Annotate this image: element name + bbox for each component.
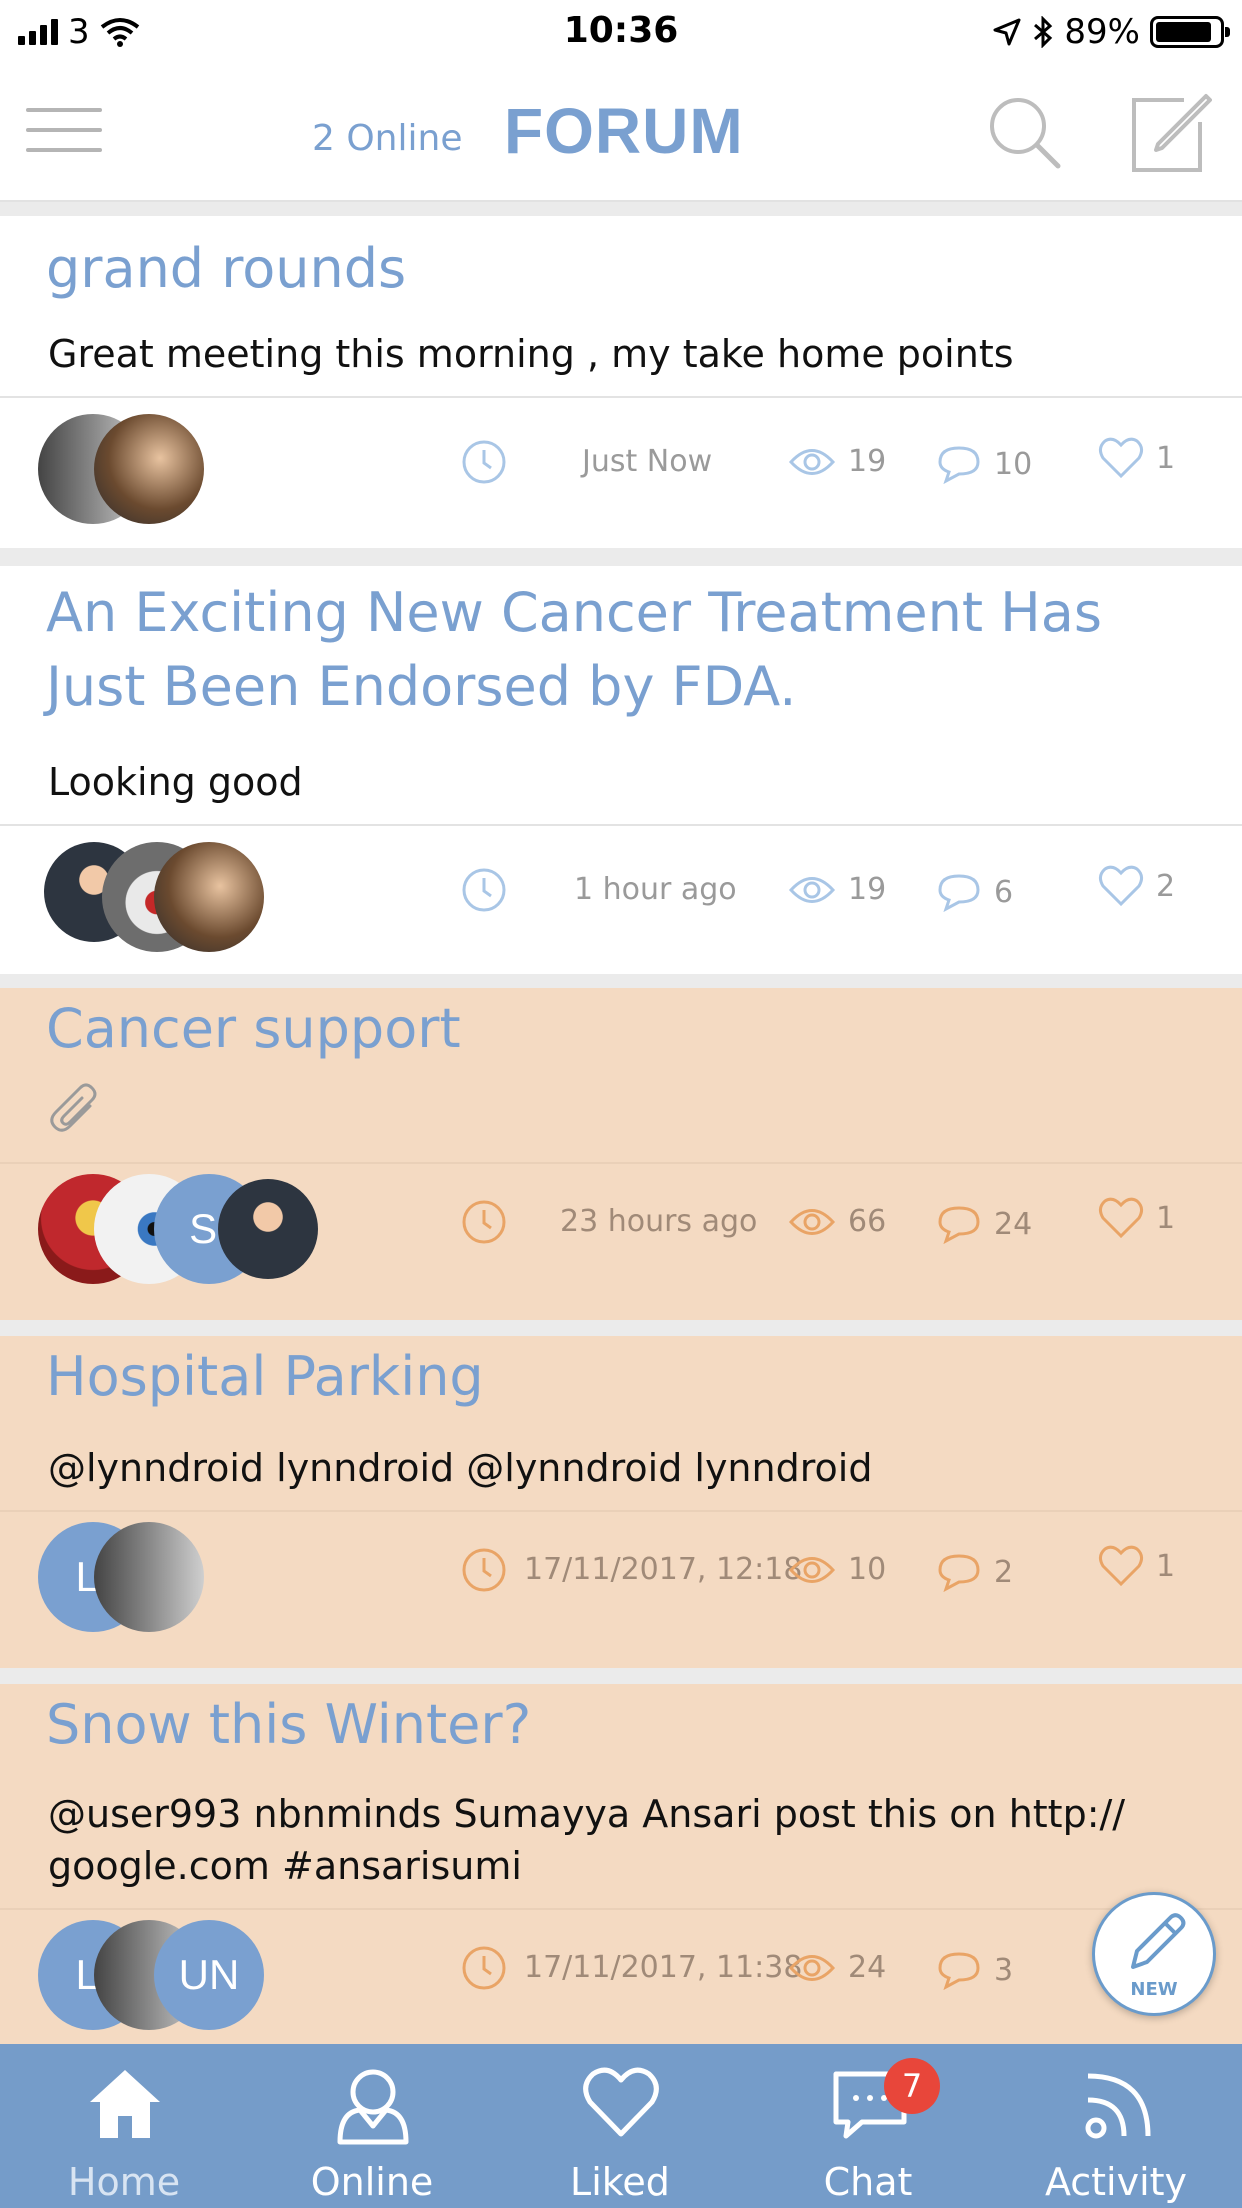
online-count[interactable]: 2 Online [312,118,462,159]
post-card[interactable]: An Exciting New Cancer Treatment Has Jus… [0,566,1242,974]
comment-icon [938,446,980,484]
post-time: 23 hours ago [560,1204,758,1239]
eye-icon [788,876,836,903]
clock-icon [462,1946,506,1990]
hamburger-menu-icon[interactable] [26,104,102,156]
avatar [94,414,204,524]
comment-icon [938,1952,980,1990]
post-card[interactable]: grand rounds Great meeting this morning … [0,216,1242,548]
avatar [154,842,264,952]
comment-count: 10 [994,446,1033,482]
comment-icon [938,1206,980,1244]
comment-count: 3 [994,1952,1014,1988]
post-time: 1 hour ago [574,872,737,907]
paperclip-icon [50,1083,97,1132]
nav-bar: 2 Online FORUM [0,62,1242,202]
post-body: Looking good [48,760,303,804]
comment-count: 24 [994,1206,1033,1242]
tab-home[interactable]: Home [0,2044,248,2208]
battery-icon [1150,16,1230,48]
post-title[interactable]: Cancer support [46,992,1206,1066]
post-meta: 1 hour ago 19 6 2 [0,842,1242,952]
post-meta: LI 17/11/2017, 12:18 10 2 1 [0,1522,1242,1632]
heart-icon [583,2067,659,2137]
location-arrow-icon [993,18,1021,46]
post-card[interactable]: Cancer support SI 23 hours ago 66 24 1 [0,988,1242,1320]
post-body: Great meeting this morning , my take hom… [48,332,1014,376]
clock-icon [462,440,506,484]
post-body: @user993 nbnminds Sumayya Ansari post th… [48,1792,1126,1888]
post-title[interactable]: Hospital Parking [46,1340,1206,1414]
post-meta: SI 23 hours ago 66 24 1 [0,1174,1242,1284]
clock-icon [462,868,506,912]
view-count: 24 [848,1950,887,1985]
tab-label: Liked [570,2160,670,2204]
rss-icon [1085,2073,1151,2139]
tab-chat[interactable]: 7 Chat [744,2044,992,2208]
post-body: @lynndroid lynndroid @lynndroid lynndroi… [48,1446,873,1490]
pencil-icon [1131,1913,1186,1969]
comment-count: 6 [994,874,1014,910]
heart-icon[interactable] [1098,1544,1144,1588]
heart-icon[interactable] [1098,436,1144,480]
heart-icon[interactable] [1098,864,1144,908]
comment-icon [938,1554,980,1592]
post-title[interactable]: An Exciting New Cancer Treatment Has Jus… [46,576,1206,724]
tab-online[interactable]: Online [248,2044,496,2208]
eye-icon [788,1954,836,1981]
clock-icon [462,1548,506,1592]
post-time: 17/11/2017, 11:38 [524,1950,803,1985]
bluetooth-icon [1034,16,1053,48]
post-title[interactable]: Snow this Winter? [46,1688,1206,1762]
view-count: 10 [848,1552,887,1587]
tab-label: Online [310,2160,434,2204]
tab-label: Home [67,2160,181,2204]
view-count: 19 [848,444,887,479]
heart-icon[interactable] [1098,1196,1144,1240]
post-time: Just Now [582,444,713,479]
like-count: 2 [1156,868,1176,904]
avatar: UN [154,1920,264,2030]
post-meta: LI UN 17/11/2017, 11:38 24 3 [0,1920,1242,2030]
avatar [218,1179,318,1279]
user-icon [337,2069,409,2145]
post-meta: Just Now 19 10 1 [0,414,1242,524]
post-card[interactable]: Hospital Parking @lynndroid lynndroid @l… [0,1336,1242,1668]
tab-label: Activity [1044,2160,1188,2204]
battery-percent: 89% [1064,12,1140,52]
view-count: 66 [848,1204,887,1239]
like-count: 1 [1156,440,1176,476]
new-post-label: NEW [1130,1979,1178,2000]
view-count: 19 [848,872,887,907]
tab-bar: Home Online Liked 7 Chat Activity [0,2044,1242,2208]
eye-icon [788,1556,836,1583]
tab-label: Chat [823,2160,913,2204]
comment-count: 2 [994,1554,1014,1590]
like-count: 1 [1156,1548,1176,1584]
eye-icon [788,1208,836,1235]
post-card[interactable]: Snow this Winter? @user993 nbnminds Suma… [0,1684,1242,2084]
home-icon [90,2070,160,2138]
new-post-button[interactable]: NEW [1092,1892,1216,2016]
tab-activity[interactable]: Activity [992,2044,1240,2208]
unread-badge: 7 [884,2058,940,2114]
post-title[interactable]: grand rounds [46,232,1206,306]
post-time: 17/11/2017, 12:18 [524,1552,803,1587]
clock-icon [462,1200,506,1244]
compose-icon[interactable] [1128,92,1212,176]
search-icon[interactable] [984,92,1064,172]
page-title: FORUM [504,95,744,167]
status-bar: 3 10:36 89% [0,0,1242,62]
eye-icon [788,448,836,475]
comment-icon [938,874,980,912]
like-count: 1 [1156,1200,1176,1236]
avatar [94,1522,204,1632]
tab-liked[interactable]: Liked [496,2044,744,2208]
